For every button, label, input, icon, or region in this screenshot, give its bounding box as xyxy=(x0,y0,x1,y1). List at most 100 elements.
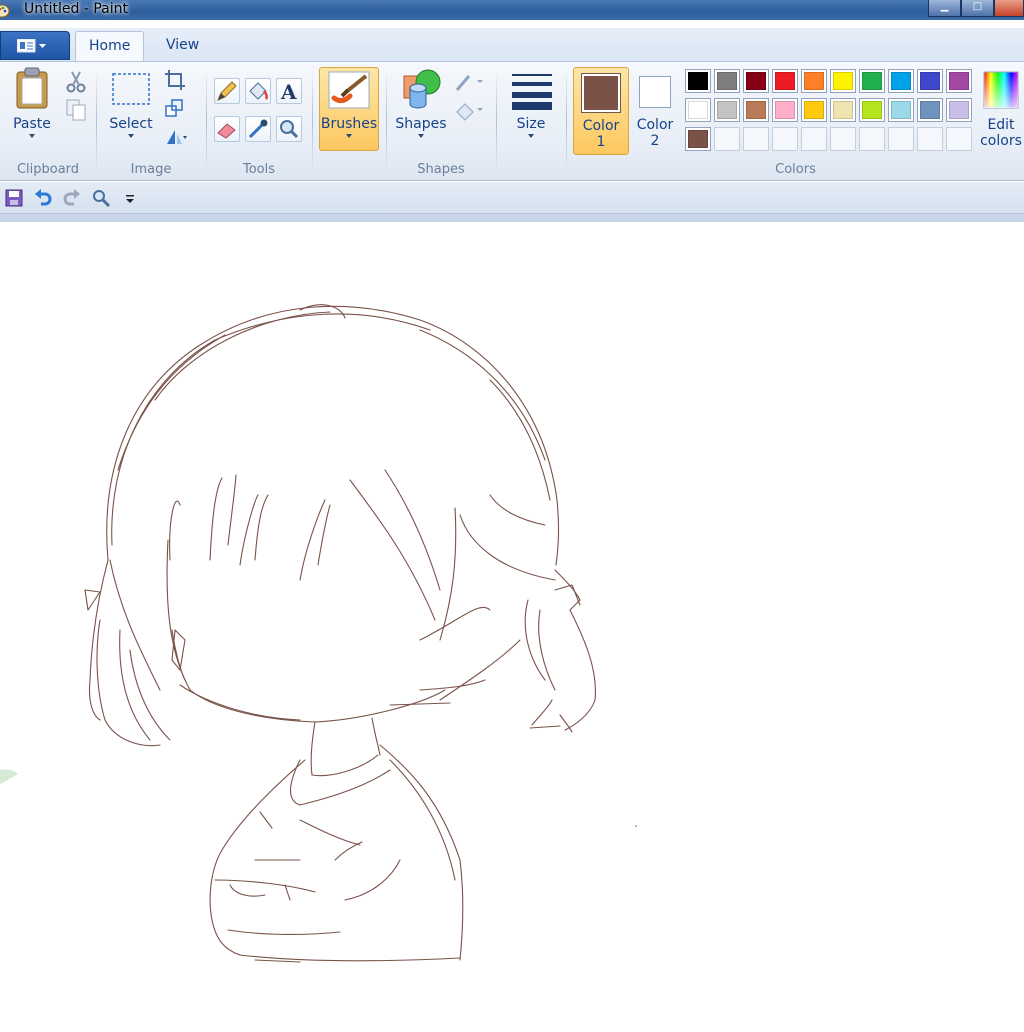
palette-swatch[interactable] xyxy=(888,98,914,122)
text-tool[interactable]: A xyxy=(276,78,302,104)
palette-swatch[interactable] xyxy=(714,98,740,122)
swatch-color xyxy=(746,130,766,148)
ribbon: Paste Clipboard Select Image A Tools Bru… xyxy=(0,61,1024,181)
color1-button[interactable]: Color 1 xyxy=(573,67,629,155)
swatch-color xyxy=(949,101,969,119)
magnifier-tool[interactable] xyxy=(276,116,302,142)
fill-icon xyxy=(249,82,268,100)
palette-empty-slot[interactable] xyxy=(946,127,972,151)
swatch-color xyxy=(717,101,737,119)
paste-icon xyxy=(16,67,48,109)
drawing-canvas[interactable] xyxy=(0,222,1024,1032)
palette-swatch[interactable] xyxy=(772,98,798,122)
palette-swatch[interactable] xyxy=(917,98,943,122)
palette-swatch[interactable] xyxy=(801,98,827,122)
swatch-color xyxy=(688,101,708,119)
palette-swatch[interactable] xyxy=(946,69,972,93)
swatch-color xyxy=(833,101,853,119)
color-picker-tool[interactable] xyxy=(245,116,271,142)
palette-empty-slot[interactable] xyxy=(859,127,885,151)
outline-icon[interactable] xyxy=(453,70,485,94)
crop-icon[interactable] xyxy=(163,68,187,92)
chevron-down-icon xyxy=(128,134,134,138)
swatch-color xyxy=(920,130,940,148)
palette-swatch[interactable] xyxy=(859,69,885,93)
paste-button[interactable]: Paste xyxy=(6,66,58,150)
palette-swatch[interactable] xyxy=(830,98,856,122)
rotate-icon[interactable] xyxy=(163,124,187,148)
palette-swatch[interactable] xyxy=(685,127,711,151)
ribbon-tab-row: Home View xyxy=(0,28,1024,62)
tools-group: A Tools xyxy=(207,62,311,180)
close-button[interactable] xyxy=(994,0,1024,17)
brushes-button[interactable]: Brushes xyxy=(319,67,379,151)
fill-tool[interactable] xyxy=(245,78,271,104)
swatch-color xyxy=(746,72,766,90)
undo-icon[interactable] xyxy=(33,188,53,208)
zoom-icon[interactable] xyxy=(91,188,111,208)
palette-swatch[interactable] xyxy=(859,98,885,122)
brush-icon xyxy=(328,71,370,109)
resize-icon[interactable] xyxy=(163,96,187,120)
tab-view[interactable]: View xyxy=(153,31,212,62)
palette-swatch[interactable] xyxy=(685,98,711,122)
palette-swatch[interactable] xyxy=(801,69,827,93)
redo-icon[interactable] xyxy=(62,188,82,208)
swatch-color xyxy=(891,101,911,119)
palette-swatch[interactable] xyxy=(772,69,798,93)
color2-button[interactable]: Color 2 xyxy=(631,67,679,155)
minimize-button[interactable]: ▁ xyxy=(928,0,961,17)
copy-icon[interactable] xyxy=(64,98,88,122)
palette-empty-slot[interactable] xyxy=(743,127,769,151)
quick-access-toolbar xyxy=(0,182,1024,214)
image-group-label: Image xyxy=(130,162,172,177)
swatch-color xyxy=(891,72,911,90)
palette-empty-slot[interactable] xyxy=(830,127,856,151)
palette-empty-slot[interactable] xyxy=(888,127,914,151)
select-button[interactable]: Select xyxy=(105,66,157,150)
palette-empty-slot[interactable] xyxy=(714,127,740,151)
size-button[interactable]: Size xyxy=(502,66,560,150)
chevron-down-icon xyxy=(528,134,534,138)
color2-fill xyxy=(642,79,668,105)
edit-colors-icon xyxy=(983,71,1019,109)
size-icon xyxy=(512,74,552,110)
palette-swatch[interactable] xyxy=(714,69,740,93)
image-group: Select Image xyxy=(97,62,205,180)
customize-icon[interactable] xyxy=(120,188,140,208)
swatch-color xyxy=(775,130,795,148)
paste-label: Paste xyxy=(13,116,51,132)
window-title: Untitled - Paint xyxy=(24,1,128,17)
maximize-button[interactable]: □ xyxy=(961,0,994,17)
cut-icon[interactable] xyxy=(64,70,88,94)
palette-empty-slot[interactable] xyxy=(801,127,827,151)
dot-mark xyxy=(635,825,637,827)
palette-empty-slot[interactable] xyxy=(917,127,943,151)
palette-swatch[interactable] xyxy=(685,69,711,93)
palette-swatch[interactable] xyxy=(917,69,943,93)
tab-home[interactable]: Home xyxy=(75,31,145,62)
palette-swatch[interactable] xyxy=(830,69,856,93)
select-label: Select xyxy=(109,116,153,132)
paint-menu-button[interactable] xyxy=(0,31,70,60)
palette-swatch[interactable] xyxy=(743,98,769,122)
colors-group-label: Colors xyxy=(775,162,816,177)
shapes-button[interactable]: Shapes xyxy=(393,66,449,150)
edit-colors-button[interactable]: Edit colors xyxy=(978,66,1024,154)
palette-swatch[interactable] xyxy=(743,69,769,93)
palette-empty-slot[interactable] xyxy=(772,127,798,151)
eraser-tool[interactable] xyxy=(214,116,240,142)
fill-shape-icon[interactable] xyxy=(453,98,485,122)
paint-app-icon[interactable] xyxy=(0,2,10,18)
pencil-tool[interactable] xyxy=(214,78,240,104)
palette-swatch[interactable] xyxy=(946,98,972,122)
eraser-icon xyxy=(217,123,236,139)
swatch-color xyxy=(949,130,969,148)
swatch-color xyxy=(804,101,824,119)
palette-swatch[interactable] xyxy=(888,69,914,93)
chevron-down-icon xyxy=(29,134,35,138)
menu-icon xyxy=(17,39,46,53)
edit-colors-label-line2: colors xyxy=(980,133,1022,149)
swatch-color xyxy=(862,130,882,148)
save-icon[interactable] xyxy=(4,188,24,208)
